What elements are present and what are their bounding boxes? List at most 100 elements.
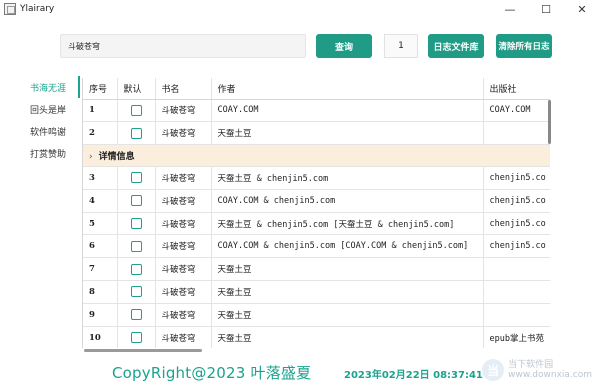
default-checkbox[interactable]: [130, 263, 142, 275]
header-publisher[interactable]: 出版社: [483, 78, 550, 100]
cell-number: 9: [83, 303, 118, 327]
cell-publisher: [483, 280, 550, 304]
cell-author: 天蚕土豆: [211, 280, 484, 304]
cell-publisher: [483, 303, 550, 327]
header-book[interactable]: 书名: [155, 78, 212, 100]
cell-book: 斗破苍穹: [155, 280, 212, 304]
table-row[interactable]: 6 斗破苍穹 COAY.COM & chenjin5.com [COAY.COM…: [83, 234, 550, 259]
header-number[interactable]: 序号: [83, 78, 118, 100]
cell-default: [117, 212, 156, 236]
table-row[interactable]: 10 斗破苍穹 天蚕土豆 epub掌上书苑: [83, 326, 550, 348]
cell-default: [117, 166, 156, 190]
cell-number: 2: [83, 121, 118, 146]
cell-author: 天蚕土豆: [211, 303, 484, 327]
minimize-icon[interactable]: —: [492, 0, 528, 18]
table-row[interactable]: 3 斗破苍穹 天蚕土豆 & chenjin5.com chenjin5.co: [83, 166, 550, 190]
detail-label: 详情信息: [98, 152, 135, 163]
maximize-icon[interactable]: ☐: [528, 0, 564, 18]
page-number-input[interactable]: 1: [384, 34, 418, 58]
table-row[interactable]: 4 斗破苍穹 COAY.COM & chenjin5.com chenjin5.…: [83, 189, 550, 213]
table-header-row: 序号 默认 书名 作者 出版社: [83, 78, 550, 100]
query-button[interactable]: 查询: [316, 34, 372, 58]
header-default[interactable]: 默认: [117, 78, 156, 100]
header-author[interactable]: 作者: [211, 78, 484, 100]
cell-publisher: chenjin5.co: [483, 166, 550, 190]
cell-number: 4: [83, 189, 118, 213]
default-checkbox[interactable]: [130, 218, 142, 230]
cell-number: 3: [83, 166, 118, 190]
log-library-button[interactable]: 日志文件库: [428, 34, 484, 58]
watermark: 当 当下软件园 www.downxia.com: [482, 359, 592, 381]
watermark-text: 当下软件园 www.downxia.com: [508, 360, 592, 380]
default-checkbox[interactable]: [130, 309, 142, 321]
cell-book: 斗破苍穹: [155, 121, 212, 146]
default-checkbox[interactable]: [130, 127, 142, 139]
cell-number: 5: [83, 212, 118, 236]
cell-default: [117, 257, 156, 282]
close-icon[interactable]: ✕: [564, 0, 600, 18]
sidebar-item-donate[interactable]: 打赏赞助: [26, 142, 80, 164]
cell-number: 1: [83, 99, 118, 123]
cell-publisher: epub掌上书苑: [483, 326, 550, 348]
cell-publisher: chenjin5.co: [483, 189, 550, 213]
cell-book: 斗破苍穹: [155, 99, 212, 123]
detail-expander-row[interactable]: › 详情信息: [83, 144, 550, 168]
watermark-line-2: www.downxia.com: [508, 370, 592, 380]
cell-default: [117, 99, 156, 123]
cell-number: 6: [83, 234, 118, 259]
default-checkbox[interactable]: [130, 286, 142, 298]
table-row[interactable]: 5 斗破苍穹 天蚕土豆 & chenjin5.com [天蚕土豆 & chenj…: [83, 212, 550, 236]
table-row[interactable]: 1 斗破苍穹 COAY.COM COAY.COM: [83, 99, 550, 123]
cell-publisher: chenjin5.co: [483, 234, 550, 259]
cell-author: 天蚕土豆: [211, 257, 484, 282]
table-row[interactable]: 7 斗破苍穹 天蚕土豆: [83, 257, 550, 282]
sidebar-item-books[interactable]: 书海无涯: [26, 76, 80, 98]
sidebar-item-credits[interactable]: 软件鸣谢: [26, 120, 80, 142]
cell-author: 天蚕土豆 & chenjin5.com: [211, 166, 484, 190]
cell-default: [117, 303, 156, 327]
cell-book: 斗破苍穹: [155, 212, 212, 236]
default-checkbox[interactable]: [130, 172, 142, 184]
cell-author: 天蚕土豆: [211, 121, 484, 146]
cell-default: [117, 280, 156, 304]
cell-number: 7: [83, 257, 118, 282]
window-title: Ylairary: [20, 4, 55, 14]
app-icon: [4, 3, 16, 15]
title-bar: Ylairary — ☐ ✕: [0, 0, 600, 18]
search-input[interactable]: 斗破苍穹: [60, 34, 306, 58]
cell-default: [117, 234, 156, 259]
cell-publisher: chenjin5.co: [483, 212, 550, 236]
cell-author: COAY.COM & chenjin5.com: [211, 189, 484, 213]
detail-expander[interactable]: › 详情信息: [83, 144, 550, 168]
cell-author: COAY.COM: [211, 99, 484, 123]
sidebar-item-history[interactable]: 回头是岸: [26, 98, 80, 120]
watermark-logo-icon: 当: [482, 359, 505, 381]
table-row[interactable]: 2 斗破苍穹 天蚕土豆: [83, 121, 550, 146]
cell-publisher: [483, 121, 550, 146]
vertical-scrollbar[interactable]: [548, 100, 551, 144]
default-checkbox[interactable]: [130, 104, 142, 116]
books-table: 序号 默认 书名 作者 出版社 1 斗破苍穹 COAY.COM COAY.COM…: [82, 78, 550, 348]
sidebar: 书海无涯 回头是岸 软件鸣谢 打赏赞助: [26, 76, 80, 164]
window-controls: — ☐ ✕: [492, 0, 600, 18]
cell-book: 斗破苍穹: [155, 189, 212, 213]
cell-default: [117, 189, 156, 213]
cell-book: 斗破苍穹: [155, 166, 212, 190]
cell-book: 斗破苍穹: [155, 326, 212, 348]
clear-logs-button[interactable]: 清除所有日志: [496, 34, 552, 58]
table-row[interactable]: 9 斗破苍穹 天蚕土豆: [83, 303, 550, 327]
cell-author: COAY.COM & chenjin5.com [COAY.COM & chen…: [211, 234, 484, 259]
horizontal-scrollbar[interactable]: [84, 349, 202, 352]
chevron-right-icon: ›: [89, 152, 93, 163]
table-row[interactable]: 8 斗破苍穹 天蚕土豆: [83, 280, 550, 304]
copyright-text: CopyRight@2023 叶落盛夏: [112, 364, 312, 382]
cell-number: 8: [83, 280, 118, 304]
default-checkbox[interactable]: [130, 332, 142, 344]
default-checkbox[interactable]: [130, 240, 142, 252]
cell-book: 斗破苍穹: [155, 303, 212, 327]
cell-publisher: COAY.COM: [483, 99, 550, 123]
cell-book: 斗破苍穹: [155, 257, 212, 282]
cell-book: 斗破苍穹: [155, 234, 212, 259]
default-checkbox[interactable]: [130, 195, 142, 207]
clock-timestamp: 2023年02月22日 08:37:41: [344, 370, 483, 381]
